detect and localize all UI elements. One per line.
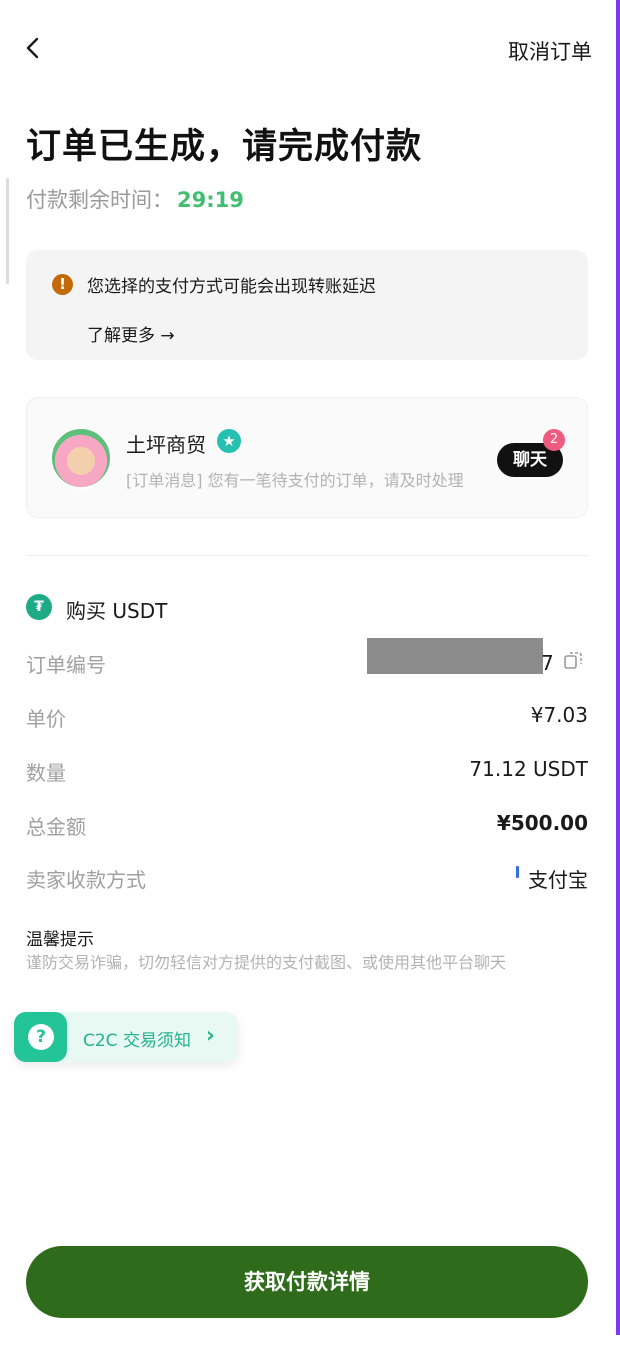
tether-icon: ₮ [26, 594, 52, 620]
chevron-left-icon [26, 37, 39, 59]
unit-price-row: 单价 ¥7.03 [26, 703, 588, 733]
tips-title: 温馨提示 [26, 930, 94, 950]
cancel-order-button[interactable]: 取消订单 [508, 36, 592, 66]
timer-label: 付款剩余时间： [26, 188, 173, 212]
scrollbar[interactable] [6, 178, 9, 284]
timer-countdown: 29:19 [177, 188, 244, 212]
buy-label: 购买 USDT [66, 599, 168, 623]
page-title: 订单已生成，请完成付款 [26, 127, 423, 167]
detail-label: 订单编号 [26, 653, 106, 677]
back-button[interactable] [18, 32, 50, 64]
order-number-value: 7 [541, 651, 554, 675]
payment-method-value: 支付宝 [528, 868, 588, 892]
detail-label: 卖家收款方式 [26, 868, 146, 892]
c2c-guide-label: C2C 交易须知 [83, 1031, 191, 1051]
unit-price-value: ¥7.03 [530, 703, 588, 727]
verified-badge-icon: ★ [217, 429, 241, 453]
payment-timer: 付款剩余时间： 29:19 [26, 184, 244, 214]
detail-label: 单价 [26, 707, 66, 731]
c2c-guide-button[interactable]: ? C2C 交易须知 › [14, 1012, 238, 1062]
payment-method-marker [516, 866, 519, 878]
merchant-avatar [50, 427, 112, 489]
detail-label: 数量 [26, 761, 66, 785]
learn-more-link[interactable]: 了解更多 → [87, 321, 175, 346]
quantity-row: 数量 71.12 USDT [26, 757, 588, 787]
delay-notice: ! 您选择的支付方式可能会出现转账延迟 了解更多 → [26, 250, 588, 360]
chat-last-message: [订单消息] 您有一笔待支付的订单，请及时处理 [126, 471, 464, 490]
total-amount-value: ¥500.00 [496, 811, 588, 835]
quantity-value: 71.12 USDT [469, 757, 588, 781]
top-nav: 取消订单 [0, 26, 616, 74]
tips-text: 谨防交易诈骗，切勿轻信对方提供的支付截图、或使用其他平台聊天 [26, 953, 507, 972]
get-payment-details-button[interactable]: 获取付款详情 [26, 1246, 588, 1318]
detail-label: 总金额 [26, 815, 86, 839]
payment-method-row: 卖家收款方式 支付宝 [26, 864, 588, 894]
notice-text: 您选择的支付方式可能会出现转账延迟 [87, 277, 376, 297]
chevron-right-icon: › [206, 1023, 215, 1047]
merchant-name: 土坪商贸 [126, 433, 206, 457]
warning-icon: ! [52, 274, 73, 295]
divider [26, 555, 588, 556]
merchant-chat-card[interactable]: 土坪商贸 ★ [订单消息] 您有一笔待支付的订单，请及时处理 聊天 2 [26, 397, 588, 518]
question-icon: ? [28, 1024, 54, 1050]
help-icon-box: ? [14, 1012, 67, 1062]
total-amount-row: 总金额 ¥500.00 [26, 811, 588, 841]
copy-icon[interactable] [562, 649, 584, 671]
redacted-order-number [367, 638, 543, 674]
window-edge [616, 0, 620, 1335]
unread-badge: 2 [543, 429, 565, 451]
